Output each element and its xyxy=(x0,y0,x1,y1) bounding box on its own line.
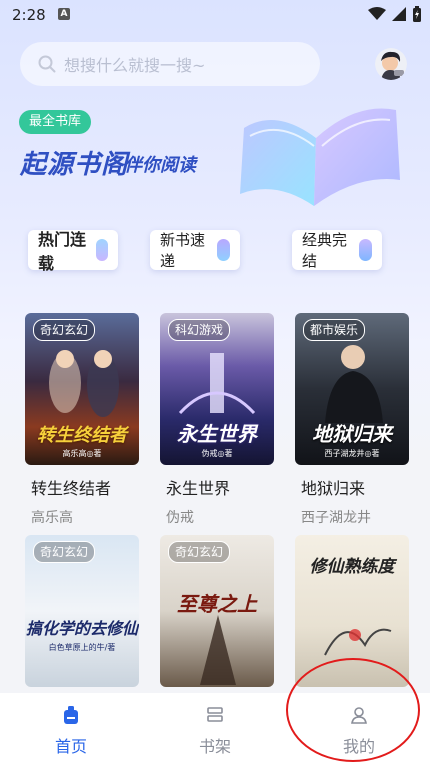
search-placeholder: 想搜什么就搜一搜~ xyxy=(64,56,206,75)
chip-completed-classics[interactable]: 经典完结 xyxy=(292,230,382,270)
chip-hot-serial[interactable]: 热门连载 xyxy=(28,230,118,273)
book-card[interactable]: 都市娱乐 地狱归来 西子湖龙井◎著 地狱归来 西子湖龙井 xyxy=(295,313,409,527)
book-cover: 奇幻玄幻 至尊之上 xyxy=(160,535,274,687)
tab-home[interactable]: 首页 xyxy=(21,693,121,764)
annotation-circle xyxy=(286,658,420,762)
avatar-icon xyxy=(375,48,407,80)
genre-tag: 奇幻玄幻 xyxy=(168,541,231,563)
cover-title: 地狱归来 xyxy=(312,422,392,446)
book-card[interactable]: 奇幻玄幻 搞化学的去修仙 白色草原上的牛/著 xyxy=(25,535,139,687)
cover-title: 永生世界 xyxy=(177,422,257,446)
book-cover: 科幻游戏 永生世界 伪戒◎著 xyxy=(160,313,274,465)
tab-bookshelf[interactable]: 书架 xyxy=(165,693,265,764)
wifi-icon xyxy=(368,7,386,20)
book-card[interactable]: 奇幻玄幻 至尊之上 xyxy=(160,535,274,687)
book-title: 地狱归来 xyxy=(301,479,366,498)
chip-deco-icon xyxy=(359,239,372,261)
chip-deco-icon xyxy=(217,239,230,261)
cover-author: 高乐高◎著 xyxy=(62,449,102,458)
cover-author: 白色草原上的牛/著 xyxy=(48,643,116,652)
home-icon xyxy=(64,706,78,724)
genre-tag: 科幻游戏 xyxy=(168,319,231,341)
cover-author: 伪戒◎著 xyxy=(201,449,233,458)
battery-icon xyxy=(413,6,421,22)
hero-title: 起源书阁 xyxy=(20,150,129,180)
search-bar[interactable]: 想搜什么就搜一搜~ xyxy=(20,42,320,86)
cover-title: 转生终结者 xyxy=(37,425,127,446)
user-avatar[interactable] xyxy=(375,48,407,80)
status-bar: 2:28 A xyxy=(0,0,430,30)
book-title: 转生终结者 xyxy=(31,479,112,498)
status-time: 2:28 xyxy=(12,6,46,24)
chip-label: 经典完结 xyxy=(302,231,348,270)
cover-title: 修仙熟练度 xyxy=(309,557,395,577)
hero-subtitle: 伴你阅读 xyxy=(124,155,196,176)
cover-title: 搞化学的去修仙 xyxy=(25,619,138,638)
library-badge: 最全书库 xyxy=(19,110,92,134)
chip-label: 热门连载 xyxy=(38,230,87,273)
status-indicators xyxy=(368,6,422,22)
book-title: 永生世界 xyxy=(166,479,231,498)
app-notification-icon: A xyxy=(58,8,70,20)
genre-tag: 奇幻玄幻 xyxy=(33,541,96,563)
book-author: 西子湖龙井 xyxy=(301,510,371,526)
book-card[interactable]: 科幻游戏 永生世界 伪戒◎著 永生世界 伪戒 xyxy=(160,313,274,527)
cover-title: 至尊之上 xyxy=(177,592,257,616)
book-cover: 都市娱乐 地狱归来 西子湖龙井◎著 xyxy=(295,313,409,465)
chip-new-books[interactable]: 新书速递 xyxy=(150,230,240,270)
book-cover: 奇幻玄幻 搞化学的去修仙 白色草原上的牛/著 xyxy=(25,535,139,687)
book-card[interactable]: 奇幻玄幻 转生终结者 高乐高◎著 转生终结者 高乐高 xyxy=(25,313,139,527)
chip-deco-icon xyxy=(95,239,108,261)
tab-label: 首页 xyxy=(54,737,87,756)
genre-tag: 都市娱乐 xyxy=(303,319,366,341)
book-author: 伪戒 xyxy=(166,510,194,526)
cellular-signal-icon xyxy=(392,7,406,21)
open-book-illustration xyxy=(240,108,400,206)
cover-author: 西子湖龙井◎著 xyxy=(324,449,380,458)
chip-label: 新书速递 xyxy=(160,231,206,270)
book-author: 高乐高 xyxy=(31,510,73,526)
genre-tag: 奇幻玄幻 xyxy=(33,319,96,341)
tab-label: 书架 xyxy=(198,737,231,756)
book-cover: 奇幻玄幻 转生终结者 高乐高◎著 xyxy=(25,313,139,465)
search-icon xyxy=(38,55,56,73)
bookshelf-icon xyxy=(207,707,223,722)
